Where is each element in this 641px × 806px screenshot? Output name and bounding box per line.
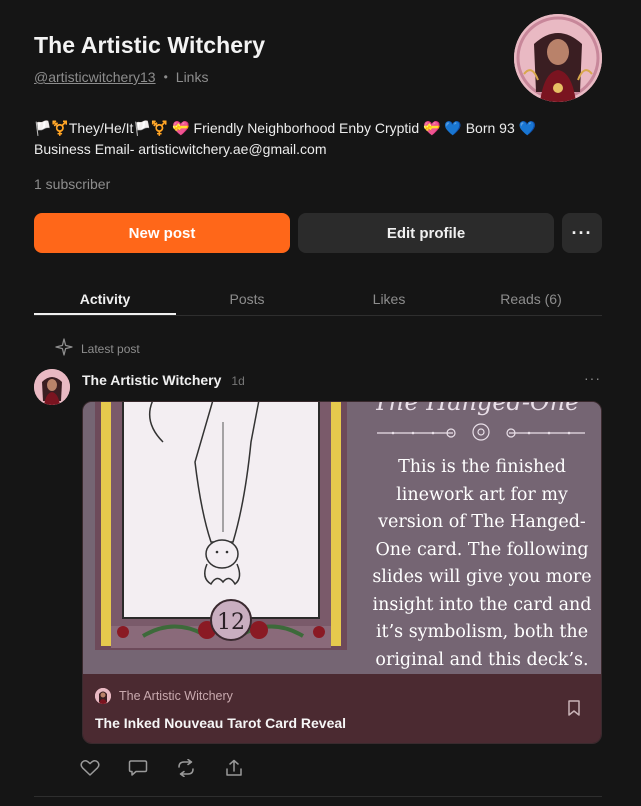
card-post-title[interactable]: The Inked Nouveau Tarot Card Reveal (95, 715, 346, 731)
tab-activity[interactable]: Activity (34, 283, 176, 315)
post-actions (80, 758, 244, 778)
tab-likes[interactable]: Likes (318, 283, 460, 315)
card-footer: The Artistic Witchery The Inked Nouveau … (83, 674, 601, 743)
profile-handle-link[interactable]: @artisticwitchery13 (34, 69, 156, 85)
more-horizontal-icon: ··· (584, 370, 601, 386)
restack-icon[interactable] (176, 758, 196, 778)
heart-icon[interactable] (80, 758, 100, 778)
share-icon[interactable] (224, 758, 244, 778)
latest-post-text: Latest post (81, 341, 140, 356)
more-horizontal-icon: ··· (571, 222, 593, 243)
profile-name: The Artistic Witchery (34, 32, 266, 58)
sparkle-icon (55, 338, 73, 359)
card-author-name: The Artistic Witchery (119, 689, 233, 703)
separator-dot: • (163, 70, 168, 84)
post-header: The Artistic Witchery 1d (82, 372, 245, 388)
profile-avatar[interactable] (514, 14, 602, 102)
more-options-button[interactable]: ··· (562, 213, 602, 253)
profile-tabs: Activity Posts Likes Reads (6) (34, 283, 602, 316)
latest-post-label: Latest post (55, 338, 140, 359)
profile-bio: 🏳️⚧️They/He/It🏳️⚧️ 💝 Friendly Neighborho… (34, 118, 594, 160)
post-card[interactable]: 12 The Hanged-One This is the finished l… (82, 401, 602, 744)
post-image: 12 The Hanged-One This is the finished l… (83, 402, 601, 674)
bio-line-1: 🏳️⚧️They/He/It🏳️⚧️ 💝 Friendly Neighborho… (34, 120, 537, 136)
post-author-avatar[interactable] (34, 369, 70, 405)
card-number: 12 (217, 610, 245, 635)
post-author-name[interactable]: The Artistic Witchery (82, 372, 221, 388)
handle-row: @artisticwitchery13 • Links (34, 69, 504, 85)
post-timestamp: 1d (231, 374, 245, 388)
card-image-text: This is the finished linework art for my… (372, 457, 592, 670)
post-more-button[interactable]: ··· (584, 370, 601, 386)
comment-icon[interactable] (128, 758, 148, 778)
card-author-avatar (95, 688, 111, 704)
new-post-button[interactable]: New post (34, 213, 290, 253)
tab-reads[interactable]: Reads (6) (460, 283, 602, 315)
card-script-title: The Hanged-One (373, 402, 580, 416)
bookmark-icon[interactable] (567, 700, 581, 721)
edit-profile-button[interactable]: Edit profile (298, 213, 554, 253)
subscriber-count[interactable]: 1 subscriber (34, 176, 110, 192)
profile-header: The Artistic Witchery @artisticwitchery1… (34, 32, 504, 85)
card-author-row: The Artistic Witchery (95, 688, 233, 704)
bio-line-2: Business Email- artisticwitchery.ae@gmai… (34, 141, 327, 157)
links-link[interactable]: Links (176, 69, 209, 85)
tab-posts[interactable]: Posts (176, 283, 318, 315)
feed-divider (34, 796, 602, 797)
